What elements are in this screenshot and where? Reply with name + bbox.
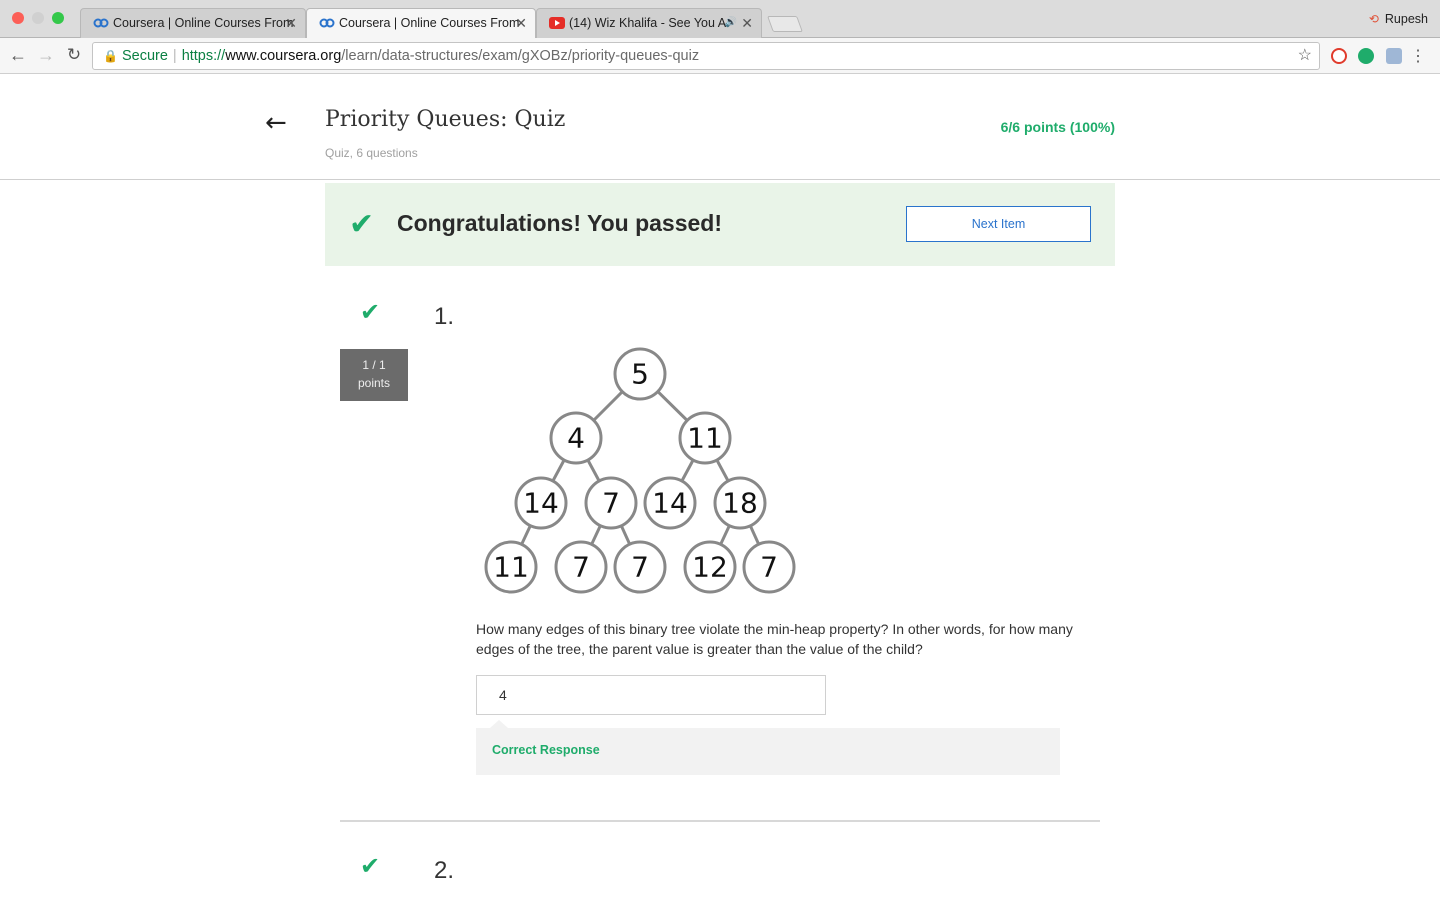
pass-message: Congratulations! You passed!: [397, 210, 723, 236]
question-correct-check-icon: ✔: [360, 852, 381, 880]
extension-icon-2[interactable]: [1358, 48, 1374, 64]
points-label: points: [357, 376, 391, 390]
browser-tab-1[interactable]: Coursera | Online Courses From ✕: [80, 8, 306, 38]
forward-icon[interactable]: →: [36, 45, 56, 66]
tree-node-value: 7: [760, 551, 778, 584]
tree-node-value: 7: [602, 487, 620, 520]
url-host: www.coursera.org: [225, 48, 342, 64]
answer-input[interactable]: [476, 675, 826, 715]
audio-playing-icon[interactable]: 🔊: [725, 9, 737, 37]
extension-icon-1[interactable]: [1331, 48, 1347, 64]
tree-node-value: 14: [652, 487, 688, 520]
tree-node-value: 4: [567, 422, 585, 455]
tree-node-value: 11: [493, 551, 529, 584]
answer-feedback: Correct Response: [476, 720, 1060, 775]
question-correct-check-icon: ✔: [360, 298, 381, 326]
tree-node-value: 12: [692, 551, 728, 584]
tree-node: 7: [613, 540, 667, 594]
tree-node: 12: [683, 540, 737, 594]
tree-node: 7: [742, 540, 796, 594]
tree-node-value: 14: [523, 487, 559, 520]
tree-node-value: 18: [722, 487, 758, 520]
browser-tab-2[interactable]: Coursera | Online Courses From ✕: [306, 8, 536, 38]
points-score: 1 / 1: [362, 358, 386, 372]
extension-icon-3[interactable]: [1386, 48, 1402, 64]
close-tab-icon[interactable]: ✕: [515, 9, 527, 37]
tree-node: 11: [484, 540, 538, 594]
url-path: /learn/data-structures/exam/gXOBz/priori…: [341, 48, 700, 64]
close-tab-icon[interactable]: ✕: [285, 9, 297, 37]
feedback-notch: [490, 720, 508, 728]
tab-title: Coursera | Online Courses From: [113, 16, 294, 30]
tab-title: Coursera | Online Courses From: [339, 16, 520, 30]
tree-node: 7: [584, 476, 638, 530]
youtube-icon: [549, 17, 565, 29]
next-item-button[interactable]: Next Item: [906, 206, 1091, 242]
address-bar[interactable]: 🔒 Secure | https://www.coursera.org/learn/d…: [92, 42, 1320, 70]
coursera-icon: [319, 18, 335, 28]
url-separator: |: [172, 48, 177, 64]
tree-node: 5: [613, 347, 667, 401]
browser-menu-icon[interactable]: ⋮: [1410, 46, 1426, 66]
tree-node: 11: [678, 411, 732, 465]
tree-node: 14: [514, 476, 568, 530]
back-icon[interactable]: ←: [8, 45, 28, 66]
reload-icon[interactable]: ↻: [64, 45, 84, 65]
back-arrow-icon[interactable]: ←: [265, 108, 287, 138]
binary-tree-diagram: 5 4 11 14 7 14 18 11 7 7 12 7: [484, 347, 796, 594]
secure-label: Secure: [121, 48, 168, 64]
tree-node-value: 5: [631, 358, 649, 391]
tree-node: 14: [643, 476, 697, 530]
url-scheme: https://: [181, 48, 226, 64]
browser-toolbar: ← → ↻ 🔒 Secure | https://www.coursera.org/l…: [0, 38, 1440, 74]
browser-tab-3[interactable]: (14) Wiz Khalifa - See You A 🔊 ✕: [536, 8, 762, 38]
profile-icon: ⟲: [1368, 12, 1379, 26]
tree-node: 18: [713, 476, 767, 530]
page-title: Priority Queues: Quiz: [325, 107, 566, 132]
new-tab-button[interactable]: [767, 16, 803, 32]
tree-edges: [509, 372, 771, 568]
minimize-window-button[interactable]: [32, 12, 44, 24]
points-badge: 1 / 1 points: [340, 349, 408, 401]
feedback-label: Correct Response: [492, 743, 600, 757]
check-icon: ✔: [349, 207, 375, 242]
tree-node-value: 7: [631, 551, 649, 584]
profile-name: Rupesh: [1384, 12, 1428, 26]
question-number: 1.: [434, 303, 455, 330]
profile-menu[interactable]: ⟲ Rupesh: [1369, 12, 1428, 26]
question-text: How many edges of this binary tree viola…: [476, 621, 1073, 657]
question-number: 2.: [434, 857, 455, 884]
pass-banner: ✔ Congratulations! You passed! Next Item: [325, 183, 1115, 266]
maximize-window-button[interactable]: [52, 12, 64, 24]
bookmark-star-icon[interactable]: ☆: [1298, 43, 1312, 69]
coursera-icon: [93, 18, 109, 28]
tree-node-value: 7: [572, 551, 590, 584]
quiz-header: ← Priority Queues: Quiz Quiz, 6 question…: [0, 74, 1440, 180]
tree-node: 7: [554, 540, 608, 594]
browser-tab-bar: Coursera | Online Courses From ✕ Courser…: [0, 0, 1440, 38]
quiz-score: 6/6 points (100%): [1000, 119, 1115, 135]
close-tab-icon[interactable]: ✕: [741, 9, 753, 37]
question-divider: [340, 820, 1100, 822]
tree-node-value: 11: [687, 422, 723, 455]
lock-icon: 🔒: [103, 49, 118, 63]
tab-title: (14) Wiz Khalifa - See You A: [569, 16, 727, 30]
tree-node: 4: [549, 411, 603, 465]
quiz-subtitle: Quiz, 6 questions: [325, 146, 418, 160]
close-window-button[interactable]: [12, 12, 24, 24]
